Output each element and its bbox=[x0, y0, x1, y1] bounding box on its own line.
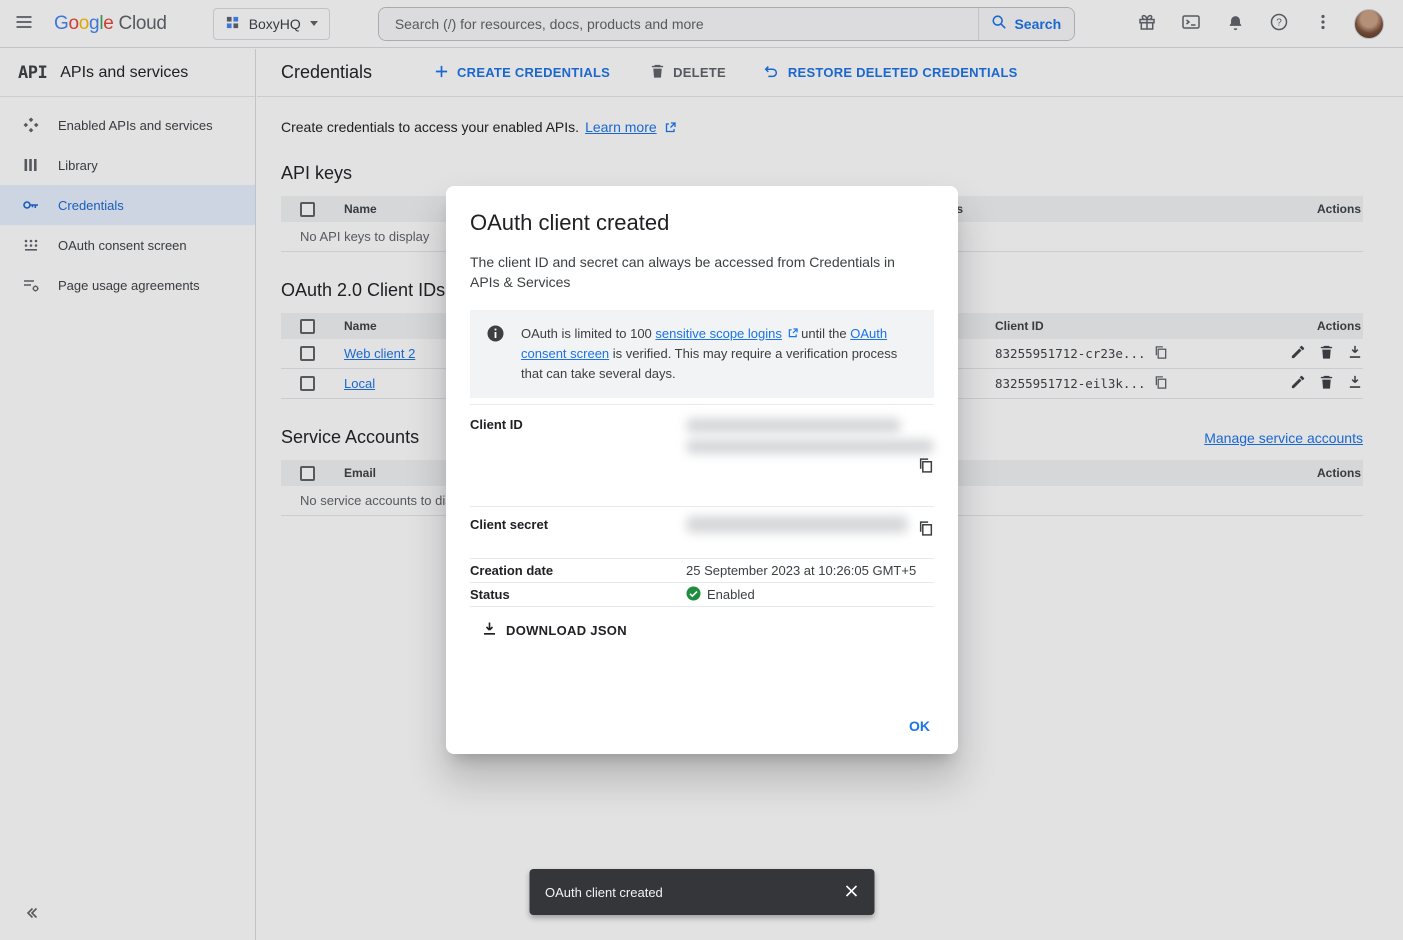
sensitive-scope-logins-link[interactable]: sensitive scope logins bbox=[655, 326, 781, 341]
copy-client-id-button[interactable] bbox=[918, 457, 934, 477]
client-secret-row: Client secret bbox=[470, 507, 934, 559]
client-secret-label: Client secret bbox=[470, 507, 686, 558]
info-icon bbox=[486, 324, 505, 384]
snackbar: OAuth client created bbox=[529, 869, 874, 915]
status-row: Status Enabled bbox=[470, 583, 934, 607]
creation-date-row: Creation date 25 September 2023 at 10:26… bbox=[470, 559, 934, 583]
redacted-value bbox=[686, 516, 908, 533]
download-json-button[interactable]: DOWNLOAD JSON bbox=[482, 621, 627, 639]
snackbar-message: OAuth client created bbox=[545, 885, 663, 900]
ok-button[interactable]: OK bbox=[909, 718, 930, 734]
dialog-title: OAuth client created bbox=[470, 210, 934, 236]
dialog-subtitle: The client ID and secret can always be a… bbox=[470, 252, 910, 292]
infobox-text: OAuth is limited to 100 sensitive scope … bbox=[521, 324, 918, 384]
client-id-row: Client ID bbox=[470, 405, 934, 507]
external-link-icon bbox=[788, 328, 798, 338]
google-cloud-console: Google Cloud BoxyHQ Search ? API bbox=[0, 0, 1403, 940]
status-badge: Enabled bbox=[707, 587, 755, 602]
client-id-label: Client ID bbox=[470, 405, 686, 506]
creation-date-label: Creation date bbox=[470, 563, 686, 578]
snackbar-close-button[interactable] bbox=[828, 869, 874, 915]
download-icon bbox=[482, 621, 497, 639]
creation-date-value: 25 September 2023 at 10:26:05 GMT+5 bbox=[686, 563, 934, 578]
copy-client-secret-button[interactable] bbox=[918, 520, 934, 540]
redacted-value bbox=[686, 439, 934, 454]
check-circle-icon bbox=[686, 586, 701, 604]
client-secret-redacted bbox=[686, 507, 934, 558]
close-icon bbox=[844, 884, 858, 901]
status-label: Status bbox=[470, 587, 686, 602]
status-value-wrap: Enabled bbox=[686, 586, 934, 604]
dialog-fields: Client ID Client secret Creation date 25… bbox=[470, 404, 934, 607]
copy-icon bbox=[918, 520, 934, 540]
oauth-client-created-dialog: OAuth client created The client ID and s… bbox=[446, 186, 958, 754]
client-id-redacted bbox=[686, 405, 934, 506]
oauth-limit-infobox: OAuth is limited to 100 sensitive scope … bbox=[470, 310, 934, 398]
redacted-value bbox=[686, 418, 901, 433]
copy-icon bbox=[918, 457, 934, 477]
